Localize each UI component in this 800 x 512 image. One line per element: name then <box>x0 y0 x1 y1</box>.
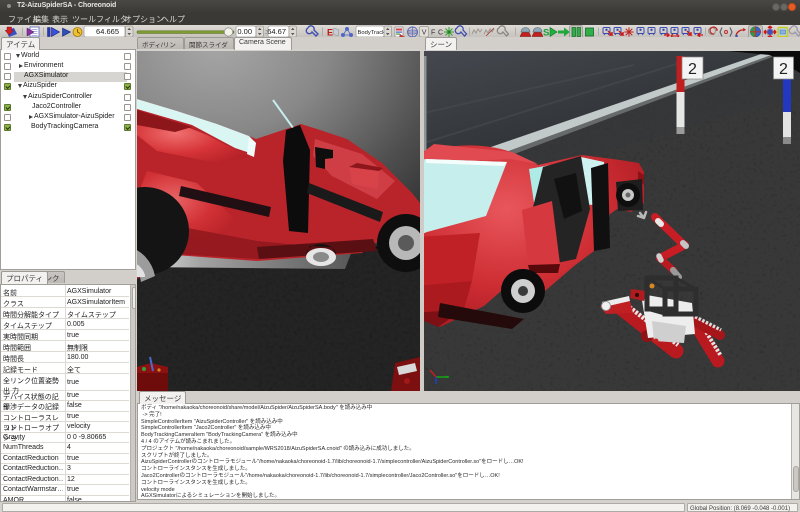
svg-text:E: E <box>327 28 333 38</box>
svg-text:2: 2 <box>779 61 788 78</box>
svg-text:BodyTracki: BodyTracki <box>358 30 387 36</box>
svg-text:C: C <box>438 30 443 37</box>
svg-text:V: V <box>422 30 427 37</box>
svg-text:0.00: 0.00 <box>237 27 252 36</box>
svg-text:64.665: 64.665 <box>96 27 119 36</box>
svg-text:F: F <box>431 30 435 37</box>
svg-text:2: 2 <box>688 61 697 78</box>
svg-text:64.67: 64.67 <box>267 27 286 36</box>
